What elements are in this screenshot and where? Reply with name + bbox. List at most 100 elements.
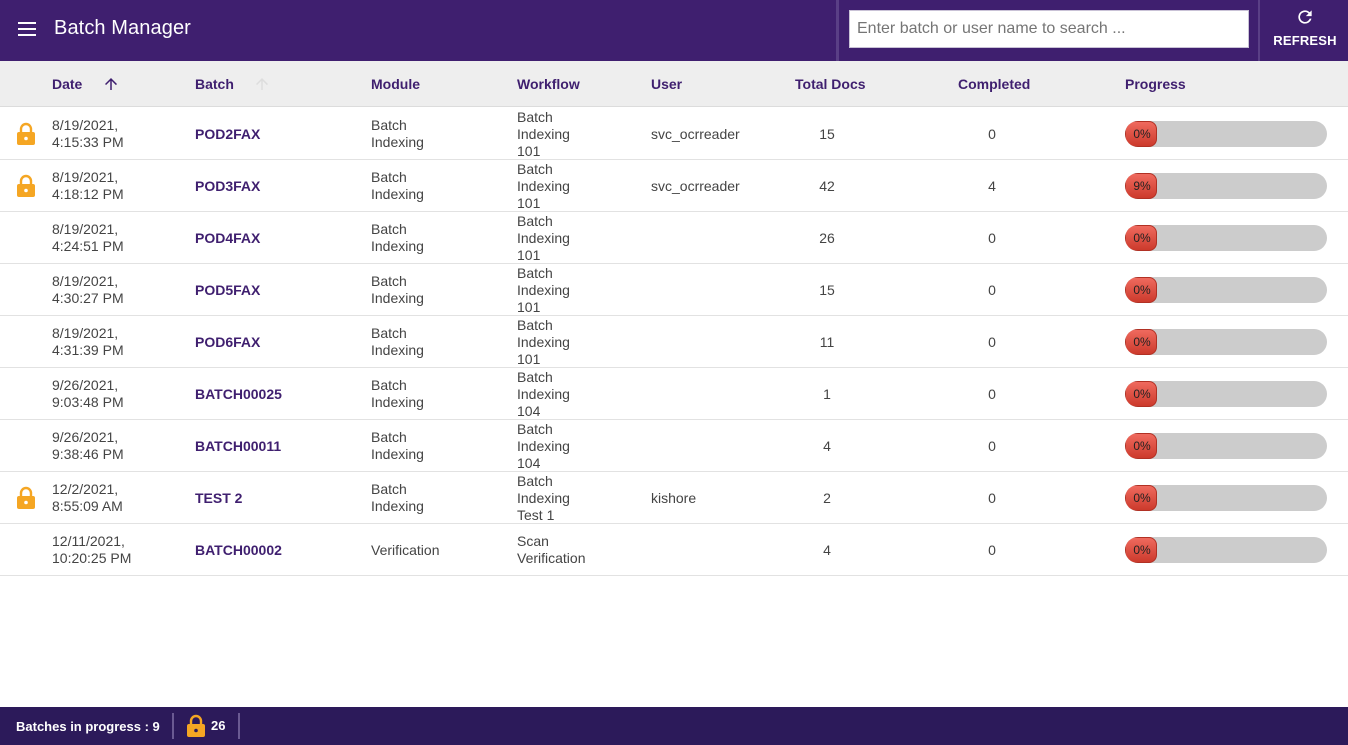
refresh-button[interactable]: REFRESH bbox=[1262, 0, 1348, 61]
progress-percent-label: 0% bbox=[1133, 491, 1151, 505]
workflow-cell-line: 101 bbox=[517, 195, 541, 211]
workflow-cell-line: Indexing bbox=[517, 490, 570, 506]
progress-percent-label: 0% bbox=[1133, 543, 1151, 557]
progress-percent-label: 0% bbox=[1133, 439, 1151, 453]
total-docs-cell-line: 15 bbox=[819, 282, 835, 298]
completed-cell-line: 0 bbox=[988, 490, 996, 506]
completed-cell-line: 0 bbox=[988, 542, 996, 558]
batch-name-link-line: POD2FAX bbox=[195, 126, 261, 142]
workflow-cell: Scan Verification bbox=[517, 533, 637, 567]
batch-name-link-line: TEST 2 bbox=[195, 490, 243, 506]
progress-bar: 0% bbox=[1125, 433, 1327, 459]
module-cell-line: Batch bbox=[371, 377, 407, 393]
progress-bar: 0% bbox=[1125, 485, 1327, 511]
arrow-up-icon[interactable] bbox=[102, 75, 120, 93]
date-cell: 9/26/2021, 9:03:48 PM bbox=[52, 377, 172, 411]
module-cell: Batch Indexing bbox=[371, 481, 501, 515]
search-input[interactable] bbox=[850, 11, 1248, 47]
module-cell-line: Batch bbox=[371, 325, 407, 341]
date-cell: 9/26/2021, 9:38:46 PM bbox=[52, 429, 172, 463]
total-docs-cell-line: 4 bbox=[823, 542, 831, 558]
module-cell-line: Batch bbox=[371, 273, 407, 289]
date-cell-line: 4:31:39 PM bbox=[52, 342, 124, 358]
batch-name-link[interactable]: POD6FAX bbox=[195, 334, 355, 351]
progress-bar-fill: 0% bbox=[1125, 381, 1157, 407]
column-header-total-docs[interactable]: Total Docs bbox=[795, 76, 866, 92]
batch-name-link[interactable]: POD5FAX bbox=[195, 282, 355, 299]
workflow-cell: Batch Indexing Test 1 bbox=[517, 473, 637, 524]
workflow-cell-line: Verification bbox=[517, 550, 586, 566]
progress-bar: 0% bbox=[1125, 121, 1327, 147]
user-cell-line: svc_ocrreader bbox=[651, 178, 740, 194]
table-row[interactable]: 8/19/2021, 4:24:51 PM POD4FAX Batch Indexing… bbox=[0, 212, 1348, 264]
date-cell-line: 9/26/2021, bbox=[52, 377, 119, 393]
date-cell-line: 8/19/2021, bbox=[52, 169, 119, 185]
completed-cell-line: 0 bbox=[988, 230, 996, 246]
workflow-cell: Batch Indexing 101 bbox=[517, 265, 637, 316]
completed-cell: 0 bbox=[960, 542, 1024, 559]
date-cell: 12/2/2021, 8:55:09 AM bbox=[52, 481, 172, 515]
column-header-user[interactable]: User bbox=[651, 76, 682, 92]
date-cell-line: 9:03:48 PM bbox=[52, 394, 124, 410]
top-app-bar: Batch Manager REFRESH bbox=[0, 0, 1348, 61]
workflow-cell-line: 104 bbox=[517, 455, 541, 471]
completed-cell: 0 bbox=[960, 490, 1024, 507]
batch-name-link[interactable]: BATCH00002 bbox=[195, 542, 355, 559]
progress-bar-fill: 0% bbox=[1125, 277, 1157, 303]
module-cell-line: Batch bbox=[371, 117, 407, 133]
total-docs-cell: 15 bbox=[795, 126, 859, 143]
total-docs-cell: 42 bbox=[795, 178, 859, 195]
date-cell-line: 10:20:25 PM bbox=[52, 550, 132, 566]
column-header-workflow[interactable]: Workflow bbox=[517, 76, 580, 92]
progress-bar-fill: 0% bbox=[1125, 225, 1157, 251]
column-header-progress[interactable]: Progress bbox=[1125, 76, 1186, 92]
footer-divider bbox=[172, 713, 174, 739]
batch-name-link[interactable]: TEST 2 bbox=[195, 490, 355, 507]
batch-name-link[interactable]: POD2FAX bbox=[195, 126, 355, 143]
module-cell: Batch Indexing bbox=[371, 273, 501, 307]
batch-name-link[interactable]: POD3FAX bbox=[195, 178, 355, 195]
workflow-cell-line: 101 bbox=[517, 143, 541, 159]
column-header-batch[interactable]: Batch bbox=[195, 76, 234, 92]
table-row[interactable]: 8/19/2021, 4:15:33 PM POD2FAX Batch Indexing… bbox=[0, 108, 1348, 160]
date-cell-line: 8:55:09 AM bbox=[52, 498, 123, 514]
date-cell: 12/11/2021, 10:20:25 PM bbox=[52, 533, 172, 567]
status-footer: Batches in progress : 9 26 bbox=[0, 707, 1348, 745]
arrow-up-icon[interactable] bbox=[253, 75, 271, 93]
progress-bar: 0% bbox=[1125, 277, 1327, 303]
date-cell-line: 12/2/2021, bbox=[52, 481, 119, 497]
batch-name-link[interactable]: BATCH00011 bbox=[195, 438, 355, 455]
table-row[interactable]: 8/19/2021, 4:18:12 PM POD3FAX Batch Indexing… bbox=[0, 160, 1348, 212]
module-cell-line: Batch bbox=[371, 221, 407, 237]
table-row[interactable]: 9/26/2021, 9:03:48 PM BATCH00025 Batch Index… bbox=[0, 368, 1348, 420]
app-title: Batch Manager bbox=[54, 17, 191, 39]
module-cell: Batch Indexing bbox=[371, 377, 501, 411]
progress-percent-label: 0% bbox=[1133, 387, 1151, 401]
workflow-cell-line: Batch bbox=[517, 109, 553, 125]
date-cell: 8/19/2021, 4:31:39 PM bbox=[52, 325, 172, 359]
column-header-module[interactable]: Module bbox=[371, 76, 420, 92]
batch-name-link[interactable]: BATCH00025 bbox=[195, 386, 355, 403]
table-row[interactable]: 8/19/2021, 4:31:39 PM POD6FAX Batch Indexing… bbox=[0, 316, 1348, 368]
table-row[interactable]: 8/19/2021, 4:30:27 PM POD5FAX Batch Indexing… bbox=[0, 264, 1348, 316]
column-header-completed[interactable]: Completed bbox=[958, 76, 1030, 92]
module-cell: Verification bbox=[371, 542, 501, 559]
total-docs-cell: 26 bbox=[795, 230, 859, 247]
lock-icon bbox=[17, 122, 35, 145]
hamburger-menu-icon[interactable] bbox=[16, 19, 40, 41]
table-row[interactable]: 12/2/2021, 8:55:09 AM TEST 2 Batch Indexing B… bbox=[0, 472, 1348, 524]
progress-bar: 0% bbox=[1125, 537, 1327, 563]
column-header-date[interactable]: Date bbox=[52, 76, 82, 92]
workflow-cell-line: Batch bbox=[517, 213, 553, 229]
table-row[interactable]: 9/26/2021, 9:38:46 PM BATCH00011 Batch Index… bbox=[0, 420, 1348, 472]
completed-cell-line: 0 bbox=[988, 282, 996, 298]
module-cell: Batch Indexing bbox=[371, 325, 501, 359]
batch-name-link-line: POD6FAX bbox=[195, 334, 261, 350]
footer-divider bbox=[238, 713, 240, 739]
module-cell-line: Batch bbox=[371, 481, 407, 497]
batch-name-link[interactable]: POD4FAX bbox=[195, 230, 355, 247]
module-cell: Batch Indexing bbox=[371, 117, 501, 151]
table-row[interactable]: 12/11/2021, 10:20:25 PM BATCH00002 Verifica… bbox=[0, 524, 1348, 576]
workflow-cell-line: Batch bbox=[517, 161, 553, 177]
date-cell-line: 12/11/2021, bbox=[52, 533, 125, 549]
